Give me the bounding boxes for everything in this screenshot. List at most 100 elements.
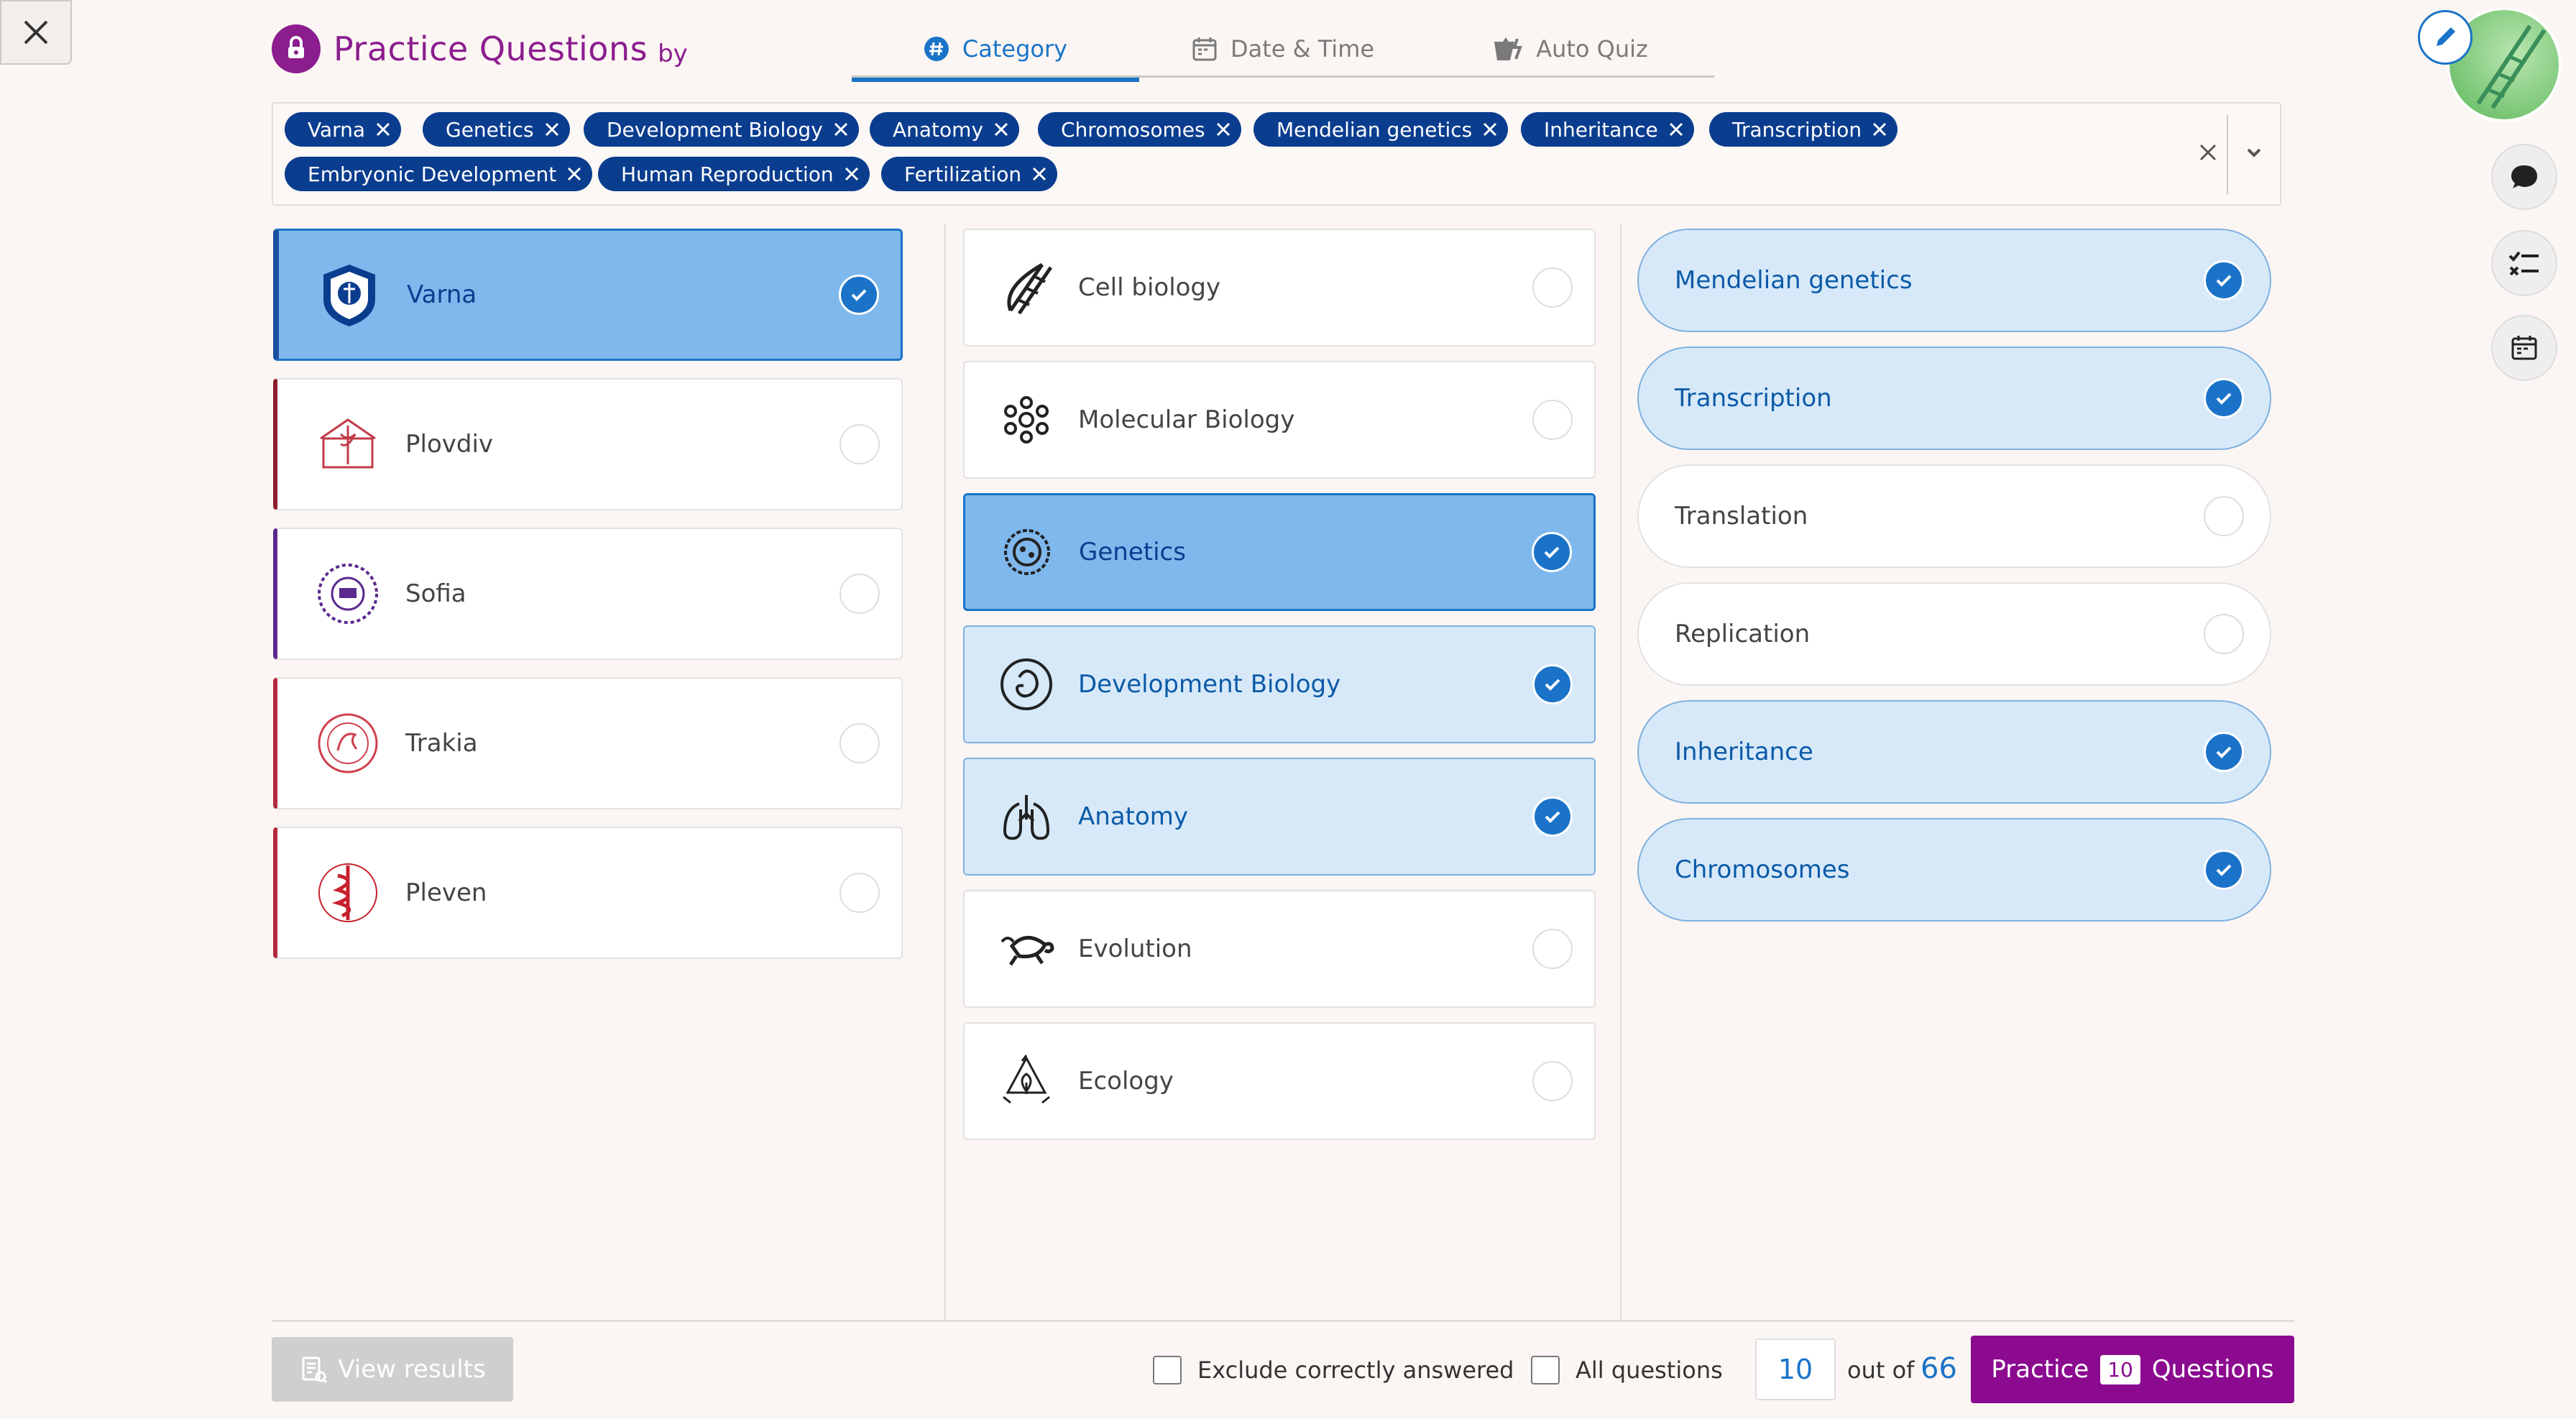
close-icon[interactable] <box>1668 121 1684 137</box>
embryo-icon <box>996 654 1057 715</box>
radio-button[interactable] <box>840 873 880 913</box>
results-icon <box>302 1356 328 1384</box>
checkmark-icon <box>1532 532 1572 572</box>
topic-label: Chromosomes <box>1675 855 1850 884</box>
university-item-trakia[interactable]: Trakia <box>273 677 903 809</box>
exclude-correct-checkbox[interactable] <box>1153 1356 1182 1384</box>
subject-item-genetics[interactable]: Genetics <box>963 493 1596 611</box>
question-count-input[interactable]: 10 <box>1755 1338 1836 1400</box>
chat-button[interactable] <box>2491 144 2557 210</box>
clear-filters-button[interactable] <box>2192 137 2224 168</box>
close-icon[interactable] <box>993 121 1009 137</box>
filter-chip[interactable]: Development Biology <box>584 112 859 147</box>
close-icon[interactable] <box>375 121 391 137</box>
topic-item-mendelian-genetics[interactable]: Mendelian genetics <box>1637 229 2271 332</box>
close-icon[interactable] <box>833 121 849 137</box>
topic-label: Translation <box>1675 502 1808 531</box>
calendar-button[interactable] <box>2491 315 2557 381</box>
total-questions: 66 <box>1920 1352 1957 1385</box>
radio-button[interactable] <box>1532 1061 1573 1101</box>
university-item-plovdiv[interactable]: Plovdiv <box>273 378 903 510</box>
filter-chip[interactable]: Human Reproduction <box>598 157 870 191</box>
tab-auto-quiz[interactable]: Auto Quiz <box>1427 20 1714 78</box>
close-icon[interactable] <box>544 121 560 137</box>
tab-date-time[interactable]: Date & Time <box>1139 20 1427 78</box>
filter-chip[interactable]: Varna <box>285 112 402 147</box>
topic-item-inheritance[interactable]: Inheritance <box>1637 700 2271 804</box>
topic-label: Replication <box>1675 620 1811 648</box>
turtle-icon <box>996 919 1057 979</box>
chip-label: Mendelian genetics <box>1276 117 1473 142</box>
selected-filters: Varna Genetics Development Biology Anato… <box>272 102 2281 206</box>
filter-chip[interactable]: Genetics <box>423 112 570 147</box>
checklist-icon <box>2508 251 2539 276</box>
edit-button[interactable] <box>2418 10 2472 65</box>
chip-label: Development Biology <box>607 117 823 142</box>
all-questions-checkbox[interactable] <box>1531 1356 1560 1384</box>
checkmark-icon <box>1532 796 1573 837</box>
auto-quiz-icon <box>1494 37 1523 60</box>
out-of-label: out of <box>1847 1356 1915 1384</box>
subject-item-development-biology[interactable]: Development Biology <box>963 625 1596 743</box>
subject-item-cell-biology[interactable]: Cell biology <box>963 229 1596 346</box>
view-results-button[interactable]: View results <box>272 1337 513 1402</box>
university-label: Pleven <box>405 878 487 907</box>
all-questions-option[interactable]: All questions <box>1531 1350 1723 1390</box>
close-icon[interactable] <box>1872 121 1887 137</box>
all-questions-label: All questions <box>1576 1356 1723 1384</box>
pencil-icon <box>2437 27 2455 46</box>
page-title-by: by <box>658 40 688 68</box>
filter-chip[interactable]: Inheritance <box>1521 112 1694 147</box>
radio-button[interactable] <box>2204 614 2244 654</box>
tab-auto-quiz-label: Auto Quiz <box>1536 35 1648 63</box>
subject-item-molecular-biology[interactable]: Molecular Biology <box>963 361 1596 479</box>
checkmark-icon <box>2204 732 2244 772</box>
tab-bar: Category Date & Time Auto Quiz <box>852 20 1714 82</box>
topic-item-translation[interactable]: Translation <box>1637 464 2271 568</box>
subject-item-evolution[interactable]: Evolution <box>963 890 1596 1008</box>
university-item-pleven[interactable]: Pleven <box>273 827 903 959</box>
radio-button[interactable] <box>840 723 880 763</box>
close-icon <box>24 20 48 45</box>
radio-button[interactable] <box>1532 267 1573 308</box>
close-icon[interactable] <box>1215 121 1231 137</box>
close-icon[interactable] <box>566 166 582 182</box>
topic-item-replication[interactable]: Replication <box>1637 582 2271 686</box>
radio-button[interactable] <box>1532 400 1573 440</box>
subject-label: Cell biology <box>1078 273 1221 302</box>
radio-button[interactable] <box>1532 929 1573 969</box>
close-icon[interactable] <box>1031 166 1047 182</box>
topic-label: Inheritance <box>1675 738 1813 766</box>
exclude-correct-option[interactable]: Exclude correctly answered <box>1153 1350 1514 1390</box>
topic-item-chromosomes[interactable]: Chromosomes <box>1637 818 2271 922</box>
practice-button[interactable]: Practice 10 Questions <box>1971 1336 2294 1403</box>
subject-label: Molecular Biology <box>1078 405 1295 434</box>
practice-count-badge: 10 <box>2100 1354 2140 1384</box>
chip-label: Varna <box>308 117 366 142</box>
subject-item-anatomy[interactable]: Anatomy <box>963 758 1596 876</box>
radio-button[interactable] <box>840 424 880 464</box>
filter-chip[interactable]: Chromosomes <box>1038 112 1241 147</box>
radio-button[interactable] <box>840 574 880 614</box>
quiz-list-button[interactable] <box>2491 230 2557 296</box>
chat-icon <box>2511 165 2537 188</box>
divider <box>2227 115 2228 194</box>
topic-item-transcription[interactable]: Transcription <box>1637 346 2271 450</box>
hash-icon <box>924 37 949 61</box>
expand-filters-button[interactable] <box>2238 137 2270 168</box>
close-button[interactable] <box>0 0 72 65</box>
close-icon[interactable] <box>1482 121 1498 137</box>
radio-button[interactable] <box>2204 496 2244 536</box>
filter-chip[interactable]: Fertilization <box>881 157 1058 191</box>
tab-category[interactable]: Category <box>852 20 1139 82</box>
university-item-varna[interactable]: Varna <box>273 229 903 361</box>
close-icon[interactable] <box>844 166 860 182</box>
checkmark-icon <box>839 275 879 315</box>
filter-chip[interactable]: Mendelian genetics <box>1254 112 1509 147</box>
filter-chip[interactable]: Embryonic Development <box>285 157 593 191</box>
filter-chip[interactable]: Anatomy <box>870 112 1020 147</box>
subject-item-ecology[interactable]: Ecology <box>963 1022 1596 1140</box>
filter-chip[interactable]: Transcription <box>1709 112 1898 147</box>
university-item-sofia[interactable]: Sofia <box>273 528 903 660</box>
checkmark-icon <box>2204 378 2244 418</box>
